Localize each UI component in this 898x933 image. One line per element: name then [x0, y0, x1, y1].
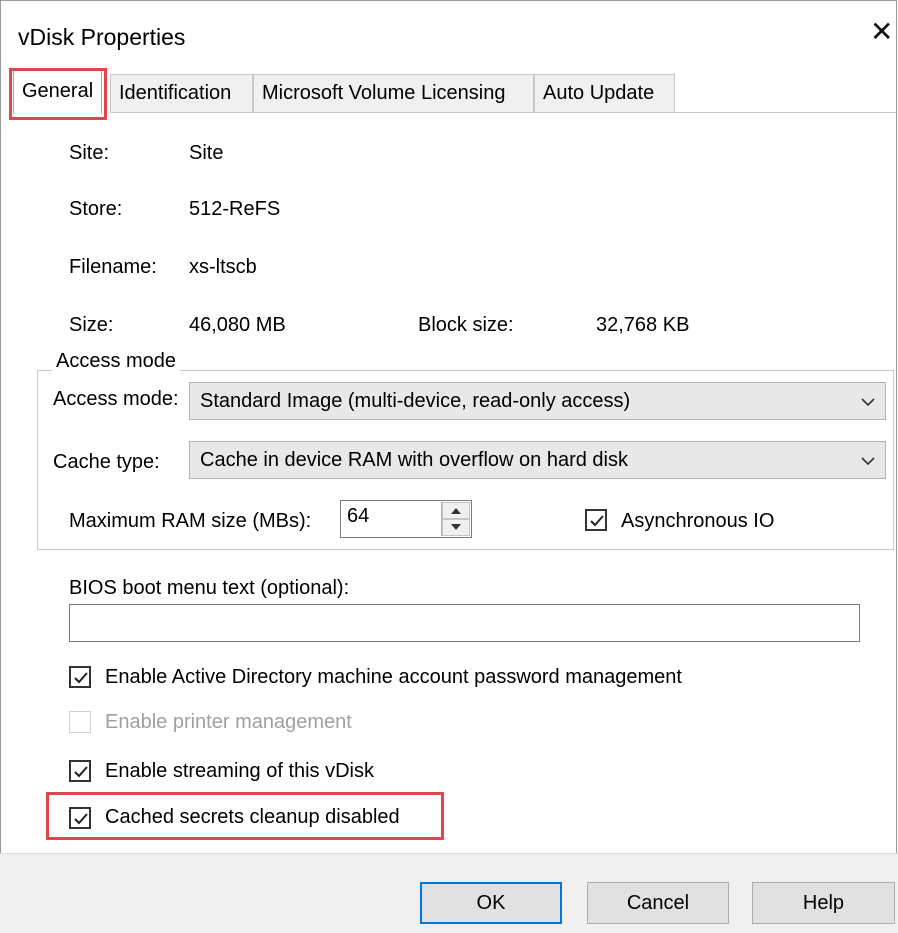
- max-ram-label: Maximum RAM size (MBs):: [69, 510, 312, 532]
- chevron-down-icon: [861, 398, 875, 407]
- filename-value: xs-ltscb: [189, 256, 257, 278]
- streaming-checkbox[interactable]: [69, 760, 91, 782]
- ok-button[interactable]: OK: [420, 882, 562, 924]
- cache-type-label: Cache type:: [53, 451, 160, 473]
- triangle-down-icon: [451, 524, 461, 530]
- triangle-up-icon: [451, 508, 461, 514]
- async-io-label[interactable]: Asynchronous IO: [621, 510, 774, 533]
- cached-secrets-label[interactable]: Cached secrets cleanup disabled: [105, 806, 400, 829]
- check-icon: [74, 766, 88, 778]
- cached-secrets-checkbox[interactable]: [69, 807, 91, 829]
- cache-type-select[interactable]: Cache in device RAM with overflow on har…: [189, 441, 886, 479]
- max-ram-stepper[interactable]: 64: [340, 500, 472, 538]
- spin-buttons: [441, 502, 470, 536]
- bios-label: BIOS boot menu text (optional):: [69, 577, 350, 599]
- filename-label: Filename:: [69, 256, 157, 278]
- store-label: Store:: [69, 198, 123, 220]
- cancel-button[interactable]: Cancel: [587, 882, 729, 924]
- streaming-label[interactable]: Enable streaming of this vDisk: [105, 760, 374, 783]
- bios-boot-menu-input[interactable]: [69, 604, 860, 642]
- site-label: Site:: [69, 142, 110, 164]
- check-icon: [590, 515, 604, 527]
- ad-password-label[interactable]: Enable Active Directory machine account …: [105, 666, 682, 689]
- tab-general[interactable]: General: [13, 70, 103, 114]
- access-mode-label: Access mode:: [53, 388, 179, 410]
- chevron-down-icon: [861, 457, 875, 466]
- access-mode-group-title: Access mode: [52, 350, 181, 373]
- printer-management-checkbox: [69, 711, 91, 733]
- size-value: 46,080 MB: [189, 314, 286, 336]
- ad-password-checkbox[interactable]: [69, 666, 91, 688]
- site-value: Site: [189, 142, 224, 164]
- tab-microsoft-volume-licensing[interactable]: Microsoft Volume Licensing: [253, 74, 534, 112]
- check-icon: [74, 813, 88, 825]
- block-size-label: Block size:: [418, 314, 514, 336]
- tab-strip-line: [110, 112, 896, 113]
- dialog-title: vDisk Properties: [18, 24, 186, 50]
- cache-type-select-value: Cache in device RAM with overflow on har…: [200, 449, 628, 471]
- close-icon[interactable]: ✕: [870, 18, 893, 46]
- access-mode-select-value: Standard Image (multi-device, read-only …: [200, 390, 631, 412]
- async-io-checkbox[interactable]: [585, 509, 607, 531]
- printer-management-label: Enable printer management: [105, 711, 352, 733]
- max-ram-value[interactable]: 64: [347, 505, 369, 528]
- check-icon: [74, 672, 88, 684]
- tab-auto-update[interactable]: Auto Update: [534, 74, 675, 112]
- access-mode-select[interactable]: Standard Image (multi-device, read-only …: [189, 382, 886, 420]
- help-button[interactable]: Help: [752, 882, 895, 924]
- tab-identification[interactable]: Identification: [110, 74, 253, 112]
- store-value: 512-ReFS: [189, 198, 281, 220]
- spin-up-button[interactable]: [442, 502, 470, 519]
- size-label: Size:: [69, 314, 114, 336]
- block-size-value: 32,768 KB: [596, 314, 690, 336]
- spin-down-button[interactable]: [442, 519, 470, 536]
